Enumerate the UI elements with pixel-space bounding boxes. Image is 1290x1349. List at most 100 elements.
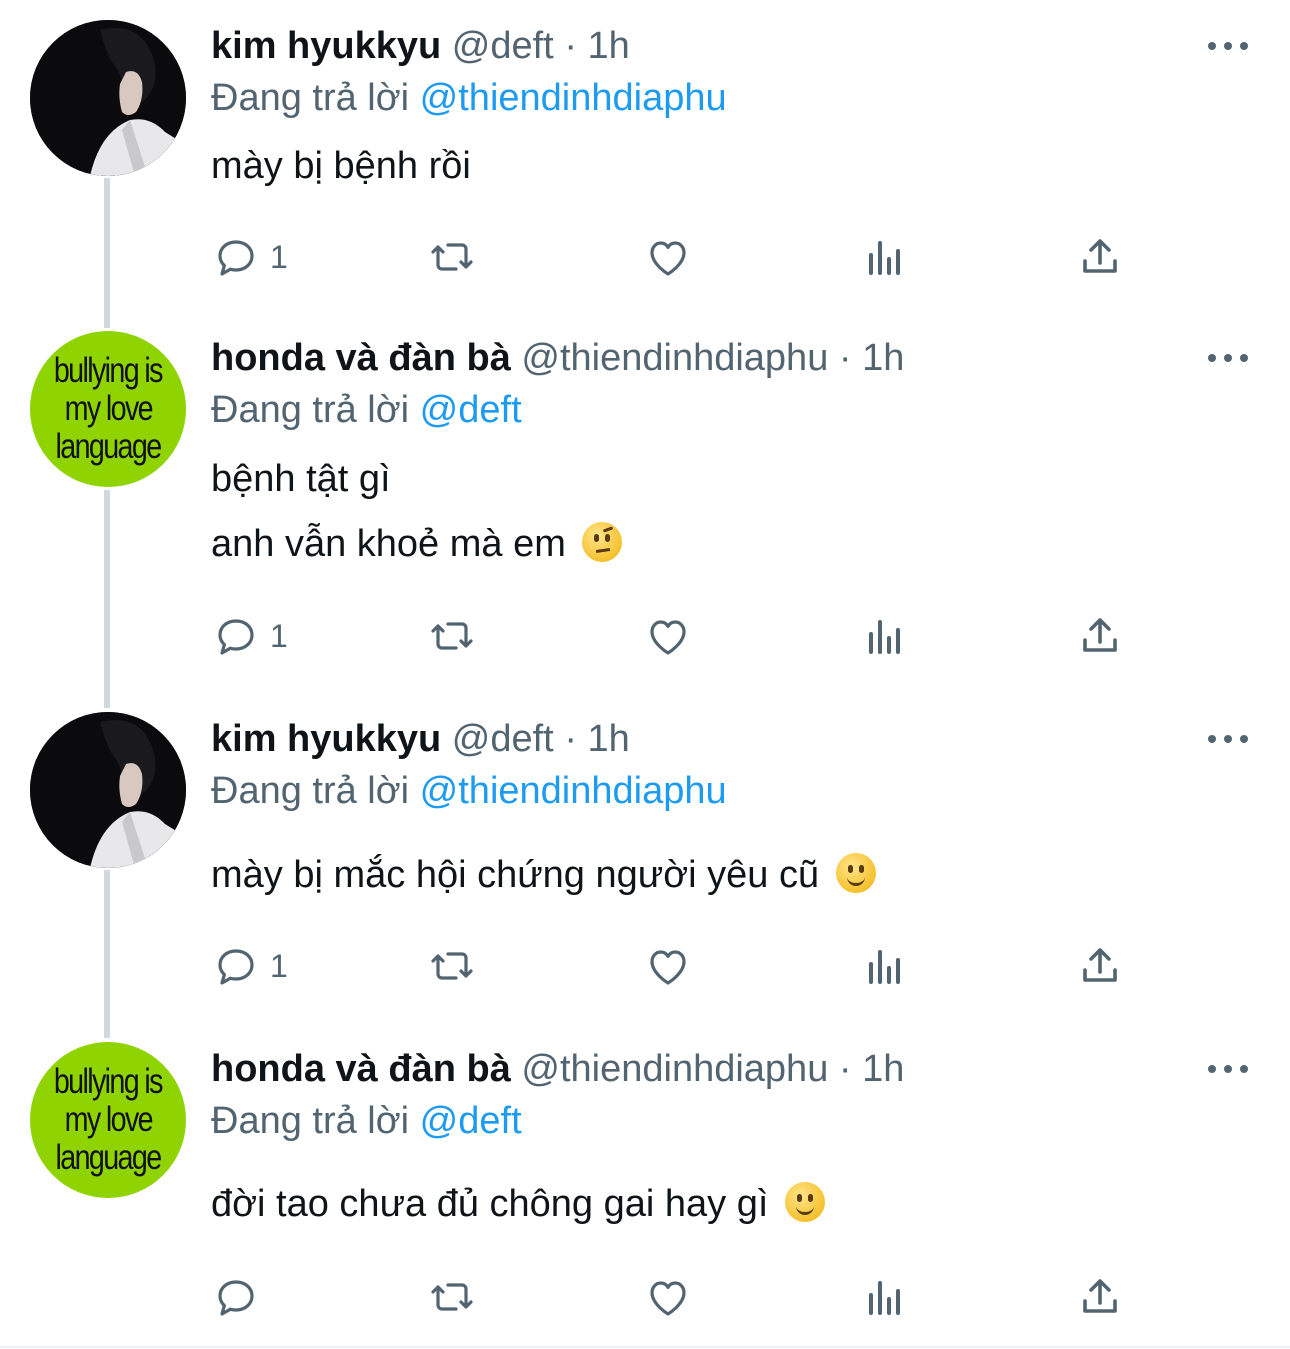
- separator-dot: ·: [838, 1048, 852, 1090]
- avatar-text: language: [55, 1138, 162, 1177]
- retweet-button[interactable]: [428, 232, 476, 282]
- user-handle[interactable]: @thiendinhdiaphu: [521, 337, 828, 379]
- reply-icon: [218, 949, 254, 985]
- analytics-button[interactable]: [861, 1272, 909, 1322]
- like-button[interactable]: [644, 941, 692, 991]
- reply-icon: [218, 619, 254, 655]
- replying-to: Đang trả lời @deft: [211, 1097, 522, 1145]
- reply-icon: [218, 240, 254, 276]
- tweet-text-line: mày bị mắc hội chứng người yêu cũ: [211, 854, 820, 896]
- analytics-icon: [869, 1281, 900, 1315]
- timestamp[interactable]: 1h: [862, 1048, 904, 1090]
- retweet-icon: [431, 952, 473, 980]
- user-handle[interactable]: @deft: [452, 25, 554, 67]
- like-button[interactable]: [644, 1272, 692, 1322]
- reply-button[interactable]: 1: [212, 232, 288, 282]
- like-button[interactable]: [644, 232, 692, 282]
- thread-line: [104, 490, 110, 708]
- separator-dot: ·: [564, 25, 577, 67]
- analytics-icon: [869, 620, 900, 654]
- tweet-text: mày bị mắc hội chứng người yêu cũ: [211, 851, 876, 899]
- timestamp[interactable]: 1h: [862, 337, 904, 379]
- analytics-icon: [869, 241, 900, 275]
- tweet-text: bệnh tật gì: [211, 458, 391, 500]
- display-name[interactable]: honda và đàn bà: [211, 337, 511, 379]
- share-button[interactable]: [1076, 232, 1124, 282]
- tweet-text: mày bị bệnh rồi: [211, 145, 471, 187]
- face-with-raised-eyebrow-icon: [582, 522, 623, 562]
- replying-to: Đang trả lời @thiendinhdiaphu: [211, 767, 727, 815]
- slightly-smiling-face-icon: [835, 853, 876, 893]
- share-icon: [1083, 1279, 1117, 1313]
- display-name[interactable]: honda và đàn bà: [211, 1048, 511, 1090]
- replying-to: Đang trả lời @deft: [211, 386, 522, 434]
- tweet-text-line: anh vẫn khoẻ mà em: [211, 523, 566, 565]
- retweet-button[interactable]: [428, 611, 476, 661]
- slightly-smiling-face-icon: [784, 1182, 825, 1222]
- separator-dot: ·: [838, 337, 852, 379]
- reply-button[interactable]: [212, 1272, 270, 1322]
- mention-link[interactable]: @thiendinhdiaphu: [420, 77, 727, 119]
- avatar-text: language: [55, 427, 162, 466]
- tweet-text: đời tao chưa đủ chông gai hay gì: [211, 1180, 825, 1228]
- retweet-icon: [431, 622, 473, 650]
- more-icon[interactable]: [1208, 1063, 1248, 1075]
- display-name[interactable]: kim hyukkyu: [211, 25, 441, 67]
- like-icon: [650, 620, 686, 655]
- reply-count: 1: [270, 947, 288, 984]
- reply-button[interactable]: 1: [212, 611, 288, 661]
- tweet-header: kim hyukkyu @deft · 1h: [211, 22, 630, 70]
- share-icon: [1083, 948, 1117, 982]
- reply-count: 1: [270, 238, 288, 275]
- retweet-button[interactable]: [428, 941, 476, 991]
- analytics-icon: [869, 950, 900, 984]
- avatar[interactable]: bullying is my love language: [30, 1042, 186, 1198]
- replying-to: Đang trả lời @thiendinhdiaphu: [211, 74, 727, 122]
- avatar-text: my love: [64, 1100, 153, 1139]
- reply-button[interactable]: 1: [212, 941, 288, 991]
- reply-count: 1: [270, 617, 288, 654]
- avatar-text: bullying is: [53, 351, 164, 390]
- more-icon[interactable]: [1208, 40, 1248, 52]
- action-bar: 1: [0, 941, 1290, 991]
- user-handle[interactable]: @deft: [452, 718, 554, 760]
- tweet-header: honda và đàn bà @thiendinhdiaphu · 1h: [211, 334, 904, 382]
- mention-link[interactable]: @deft: [420, 1100, 522, 1142]
- action-bar: [0, 1272, 1290, 1322]
- replying-to-label: Đang trả lời: [211, 77, 410, 119]
- replying-to-label: Đang trả lời: [211, 1100, 410, 1142]
- like-icon: [650, 1281, 686, 1316]
- tweet-text: anh vẫn khoẻ mà em: [211, 520, 623, 568]
- analytics-button[interactable]: [861, 611, 909, 661]
- action-bar: 1: [0, 611, 1290, 661]
- avatar-text: bullying is: [53, 1062, 164, 1101]
- share-button[interactable]: [1076, 1272, 1124, 1322]
- avatar[interactable]: bullying is my love language: [30, 331, 186, 487]
- like-button[interactable]: [644, 611, 692, 661]
- retweet-button[interactable]: [428, 1272, 476, 1322]
- mention-link[interactable]: @thiendinhdiaphu: [420, 770, 727, 812]
- mention-link[interactable]: @deft: [420, 389, 522, 431]
- retweet-icon: [431, 243, 473, 271]
- separator-dot: ·: [564, 718, 577, 760]
- tweet-header: kim hyukkyu @deft · 1h: [211, 715, 630, 763]
- analytics-button[interactable]: [861, 941, 909, 991]
- more-icon[interactable]: [1208, 733, 1248, 745]
- avatar[interactable]: [30, 20, 186, 176]
- share-icon: [1083, 239, 1117, 273]
- tweet-header: honda và đàn bà @thiendinhdiaphu · 1h: [211, 1045, 904, 1093]
- replying-to-label: Đang trả lời: [211, 770, 410, 812]
- timestamp[interactable]: 1h: [588, 25, 630, 67]
- display-name[interactable]: kim hyukkyu: [211, 718, 441, 760]
- analytics-button[interactable]: [861, 232, 909, 282]
- share-button[interactable]: [1076, 611, 1124, 661]
- avatar-text: my love: [64, 389, 153, 428]
- timestamp[interactable]: 1h: [588, 718, 630, 760]
- replying-to-label: Đang trả lời: [211, 389, 410, 431]
- more-icon[interactable]: [1208, 352, 1248, 364]
- user-handle[interactable]: @thiendinhdiaphu: [521, 1048, 828, 1090]
- share-icon: [1083, 618, 1117, 652]
- tweet-text-line: đời tao chưa đủ chông gai hay gì: [211, 1183, 769, 1225]
- share-button[interactable]: [1076, 941, 1124, 991]
- avatar[interactable]: [30, 712, 186, 868]
